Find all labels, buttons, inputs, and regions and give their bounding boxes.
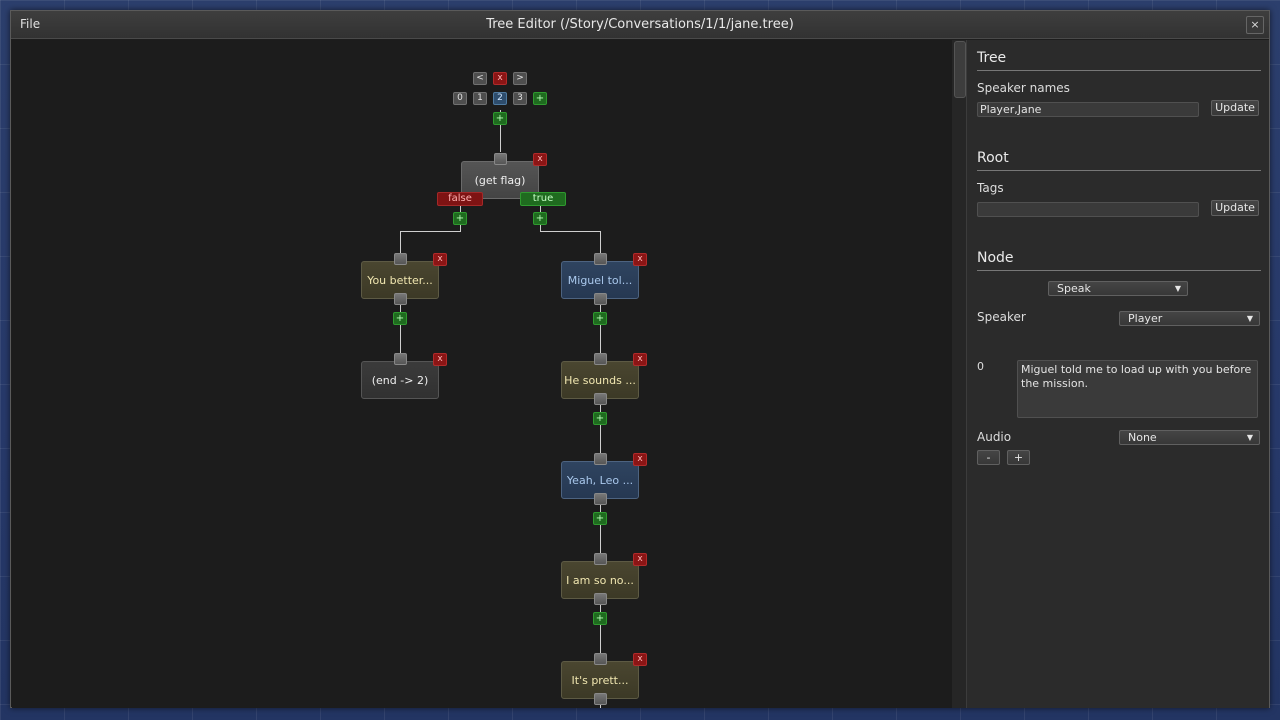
- node-input-port[interactable]: [394, 253, 407, 265]
- tags-input[interactable]: [977, 202, 1199, 217]
- add-node-button[interactable]: +: [593, 512, 607, 525]
- divider: [977, 170, 1261, 171]
- wire: [600, 399, 601, 453]
- delete-node-button[interactable]: x: [433, 353, 447, 366]
- node-input-port[interactable]: [594, 553, 607, 565]
- node-output-port[interactable]: [594, 293, 607, 305]
- delete-node-button[interactable]: x: [633, 253, 647, 266]
- chevron-down-icon: ▼: [1246, 433, 1253, 442]
- wire: [400, 231, 461, 232]
- node-input-port[interactable]: [494, 153, 507, 165]
- inspector-panel: Tree Speaker names Player,Jane Update Ro…: [966, 40, 1269, 708]
- scrollbar-thumb[interactable]: [954, 41, 966, 98]
- speaker-names-label: Speaker names: [977, 81, 1070, 95]
- wire: [600, 299, 601, 353]
- tree-editor-window: File Tree Editor (/Story/Conversations/1…: [10, 10, 1270, 708]
- speaker-value: Player: [1128, 312, 1163, 325]
- false-branch-port[interactable]: false: [437, 192, 483, 206]
- add-node-button[interactable]: +: [593, 612, 607, 625]
- node-output-port[interactable]: [594, 493, 607, 505]
- canvas-scrollbar[interactable]: [952, 40, 966, 708]
- divider: [977, 270, 1261, 271]
- page-button-3[interactable]: 3: [513, 92, 527, 105]
- node-input-port[interactable]: [394, 353, 407, 365]
- add-node-button[interactable]: +: [593, 412, 607, 425]
- page-button-2[interactable]: 2: [493, 92, 507, 105]
- divider: [977, 70, 1261, 71]
- node-output-port[interactable]: [594, 393, 607, 405]
- audio-value: None: [1128, 431, 1157, 444]
- graph-node[interactable]: (end -> 2): [361, 361, 439, 399]
- chevron-down-icon: ▼: [1174, 284, 1181, 293]
- add-node-button[interactable]: +: [493, 112, 507, 125]
- graph-canvas[interactable]: < x > 0 1 2 3 + + (get flag) x false tru…: [12, 40, 966, 708]
- delete-node-button[interactable]: x: [633, 453, 647, 466]
- tags-label: Tags: [977, 181, 1004, 195]
- wire: [400, 299, 401, 353]
- node-type-value: Speak: [1057, 282, 1091, 295]
- node-input-port[interactable]: [594, 353, 607, 365]
- node-section-title: Node: [977, 250, 1014, 266]
- wire: [540, 231, 601, 232]
- remove-line-button[interactable]: -: [977, 450, 1000, 465]
- chevron-down-icon: ▼: [1246, 314, 1253, 323]
- delete-node-button[interactable]: x: [633, 653, 647, 666]
- node-input-port[interactable]: [594, 253, 607, 265]
- page-button-0[interactable]: 0: [453, 92, 467, 105]
- prev-tree-button[interactable]: <: [473, 72, 487, 85]
- add-node-button[interactable]: +: [533, 212, 547, 225]
- true-branch-port[interactable]: true: [520, 192, 566, 206]
- page-button-1[interactable]: 1: [473, 92, 487, 105]
- node-input-port[interactable]: [594, 653, 607, 665]
- line-text-area[interactable]: Miguel told me to load up with you befor…: [1017, 360, 1258, 418]
- node-output-port[interactable]: [394, 293, 407, 305]
- line-index: 0: [977, 360, 984, 373]
- delete-node-button[interactable]: x: [633, 553, 647, 566]
- audio-dropdown[interactable]: None ▼: [1119, 430, 1260, 445]
- close-icon[interactable]: ×: [1246, 16, 1264, 34]
- node-type-dropdown[interactable]: Speak ▼: [1048, 281, 1188, 296]
- speaker-dropdown[interactable]: Player ▼: [1119, 311, 1260, 326]
- speaker-names-input[interactable]: Player,Jane: [977, 102, 1199, 117]
- delete-node-button[interactable]: x: [433, 253, 447, 266]
- node-input-port[interactable]: [594, 453, 607, 465]
- add-node-button[interactable]: +: [453, 212, 467, 225]
- delete-node-button[interactable]: x: [533, 153, 547, 166]
- tree-section-title: Tree: [977, 50, 1007, 66]
- delete-tree-button[interactable]: x: [493, 72, 507, 85]
- title-bar[interactable]: File Tree Editor (/Story/Conversations/1…: [11, 11, 1269, 39]
- node-output-port[interactable]: [594, 593, 607, 605]
- wire: [600, 499, 601, 553]
- wire: [400, 231, 401, 253]
- update-speaker-names-button[interactable]: Update: [1211, 100, 1259, 116]
- audio-label: Audio: [977, 430, 1012, 444]
- root-section-title: Root: [977, 150, 1009, 166]
- add-page-button[interactable]: +: [533, 92, 547, 105]
- next-tree-button[interactable]: >: [513, 72, 527, 85]
- add-node-button[interactable]: +: [593, 312, 607, 325]
- window-title: Tree Editor (/Story/Conversations/1/1/ja…: [486, 17, 794, 32]
- speaker-label: Speaker: [977, 310, 1026, 324]
- add-node-button[interactable]: +: [393, 312, 407, 325]
- wire: [600, 599, 601, 653]
- node-output-port[interactable]: [594, 693, 607, 705]
- delete-node-button[interactable]: x: [633, 353, 647, 366]
- add-line-button[interactable]: +: [1007, 450, 1030, 465]
- wire: [600, 231, 601, 253]
- update-tags-button[interactable]: Update: [1211, 200, 1259, 216]
